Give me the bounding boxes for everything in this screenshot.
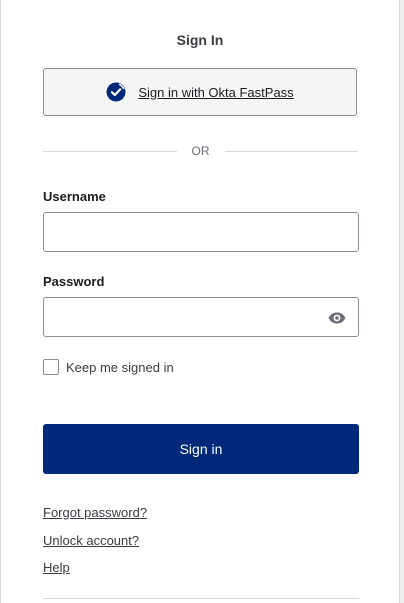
divider-line-right [224,150,358,152]
username-input[interactable] [43,212,359,252]
username-label: Username [43,189,106,204]
or-label: OR [191,144,210,158]
unlock-account-link[interactable]: Unlock account? [43,533,139,548]
keep-signed-in-label[interactable]: Keep me signed in [66,360,174,375]
keep-signed-in-checkbox[interactable] [43,359,59,375]
divider-line-left [43,150,177,152]
okta-fastpass-label: Sign in with Okta FastPass [138,84,294,100]
okta-fastpass-check-icon [106,82,126,102]
password-input[interactable] [43,297,359,337]
help-link[interactable]: Help [43,560,70,575]
frame-right-edge [399,0,404,603]
okta-fastpass-button[interactable]: Sign in with Okta FastPass [43,68,357,116]
frame-left-edge [0,0,1,603]
eye-icon[interactable] [327,311,347,325]
forgot-password-link[interactable]: Forgot password? [43,505,147,520]
or-divider: OR [43,142,358,160]
page-title: Sign In [176,32,224,48]
password-label: Password [43,274,105,289]
sign-in-button[interactable]: Sign in [43,424,359,474]
footer-divider [43,598,359,599]
